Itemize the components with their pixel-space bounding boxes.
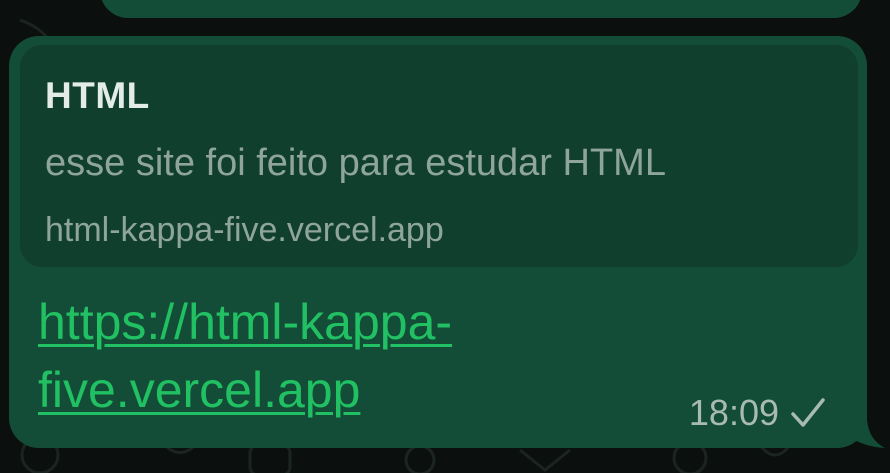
message-meta: 18:09 <box>689 392 827 434</box>
message-timestamp: 18:09 <box>688 392 779 433</box>
message-link-line1[interactable]: https://html-kappa- <box>38 294 452 350</box>
message-link[interactable]: https://html-kappa- five.vercel.app <box>38 288 638 424</box>
message-link-line2[interactable]: five.vercel.app <box>38 362 360 418</box>
link-preview-domain: html-kappa-five.vercel.app <box>45 211 444 249</box>
bubble-tail <box>845 420 885 448</box>
single-check-icon <box>791 398 825 427</box>
link-preview-description: esse site foi feito para estudar HTML <box>45 142 666 184</box>
outgoing-message-bubble[interactable]: HTML esse site foi feito para estudar HT… <box>9 36 867 448</box>
previous-message-bubble <box>100 0 862 18</box>
link-preview-card[interactable]: HTML esse site foi feito para estudar HT… <box>20 45 858 267</box>
link-preview-title: HTML <box>45 75 150 116</box>
